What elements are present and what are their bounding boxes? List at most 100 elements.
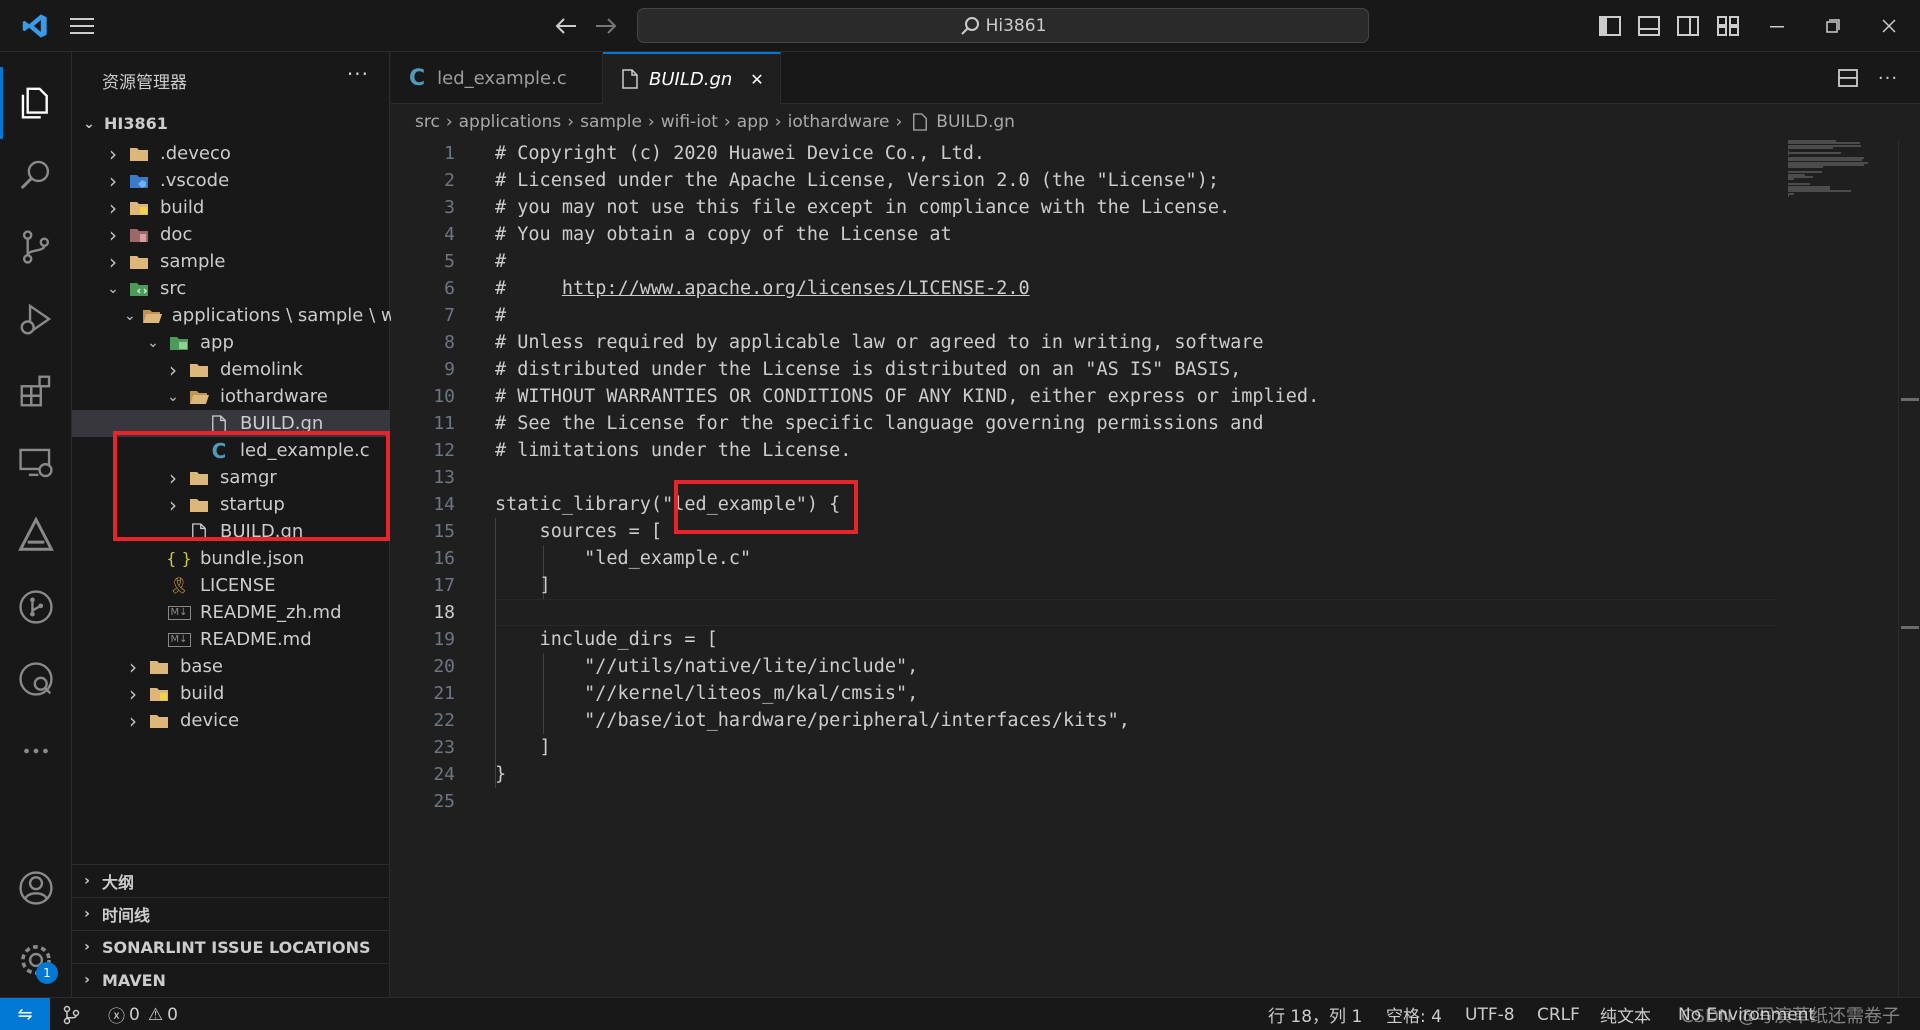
vscode-folder-icon bbox=[128, 172, 150, 190]
code-line: # distributed under the License is distr… bbox=[495, 359, 1242, 380]
code-line: ] bbox=[495, 575, 551, 596]
split-editor-icon[interactable] bbox=[1831, 52, 1865, 104]
code-line: # WITHOUT WARRANTIES OR CONDITIONS OF AN… bbox=[495, 386, 1320, 407]
breadcrumb-item[interactable]: app bbox=[737, 112, 769, 132]
gitlens-inspect-icon[interactable] bbox=[0, 643, 72, 715]
folder-icon bbox=[128, 145, 150, 163]
git-branch-icon[interactable] bbox=[62, 998, 80, 1030]
workspace-root[interactable]: ⌄ HI3861 bbox=[72, 107, 390, 140]
hamburger-menu-icon[interactable] bbox=[62, 0, 102, 52]
code-line: ] bbox=[495, 737, 551, 758]
minimize-icon[interactable] bbox=[1754, 0, 1800, 52]
back-arrow-icon[interactable] bbox=[548, 0, 584, 52]
section-sonarlint[interactable]: › SONARLINT ISSUE LOCATIONS bbox=[72, 930, 390, 963]
tree-item[interactable]: 🎗 LICENSE bbox=[72, 572, 390, 599]
license-link[interactable]: http://www.apache.org/licenses/LICENSE-2… bbox=[562, 278, 1030, 299]
code-editor[interactable]: 1 # Copyright (c) 2020 Huawei Device Co.,… bbox=[391, 140, 1920, 997]
sidebar-title: 资源管理器 bbox=[102, 73, 187, 93]
customize-layout-icon[interactable] bbox=[1713, 0, 1743, 52]
extensions-icon[interactable] bbox=[0, 355, 72, 427]
remote-explorer-icon[interactable] bbox=[0, 427, 72, 499]
deveco-icon[interactable] bbox=[0, 499, 72, 571]
toggle-panel-icon[interactable] bbox=[1634, 0, 1664, 52]
accounts-icon[interactable] bbox=[0, 852, 72, 924]
code-line: # You may obtain a copy of the License a… bbox=[495, 224, 952, 245]
tab-led-example[interactable]: C led_example.c bbox=[391, 52, 603, 104]
tree-item[interactable]: › .vscode bbox=[72, 167, 390, 194]
tree-item[interactable]: › build bbox=[72, 680, 390, 707]
tree-item[interactable]: › sample bbox=[72, 248, 390, 275]
tree-item[interactable]: › doc bbox=[72, 221, 390, 248]
indentation[interactable]: 空格: 4 bbox=[1386, 998, 1442, 1030]
toggle-secondary-sidebar-icon[interactable] bbox=[1673, 0, 1703, 52]
line-ending[interactable]: CRLF bbox=[1537, 998, 1580, 1030]
tree-item[interactable]: › .deveco bbox=[72, 140, 390, 167]
minimap-line bbox=[1788, 166, 1824, 169]
search-icon[interactable] bbox=[0, 139, 72, 211]
line-number: 23 bbox=[433, 737, 455, 758]
breadcrumb-item[interactable]: BUILD.gn bbox=[936, 112, 1015, 132]
breadcrumb-separator: › bbox=[567, 112, 575, 132]
chevron-down-icon: ⌄ bbox=[83, 115, 95, 132]
tree-item[interactable]: › device bbox=[72, 707, 390, 734]
remote-indicator-icon[interactable]: ⇋ bbox=[0, 998, 50, 1030]
tree-item-label: README.md bbox=[200, 629, 312, 650]
line-number: 3 bbox=[444, 197, 455, 218]
minimap[interactable] bbox=[1788, 140, 1878, 200]
close-tab-icon[interactable]: ✕ bbox=[750, 70, 763, 89]
markdown-icon: M↓ bbox=[167, 631, 191, 649]
breadcrumb-item[interactable]: sample bbox=[580, 112, 642, 132]
tree-item-label: bundle.json bbox=[200, 548, 305, 569]
tree-item[interactable]: › base bbox=[72, 653, 390, 680]
folder-icon bbox=[188, 361, 210, 379]
run-debug-icon[interactable] bbox=[0, 283, 72, 355]
cursor-position[interactable]: 行 18，列 1 bbox=[1268, 998, 1362, 1030]
line-number: 15 bbox=[433, 521, 455, 542]
code-line: "//base/iot_hardware/peripheral/interfac… bbox=[495, 710, 1130, 731]
folder-open-icon bbox=[142, 307, 162, 325]
explorer-icon[interactable] bbox=[0, 67, 72, 139]
tree-item[interactable]: › demolink bbox=[72, 356, 390, 383]
source-control-icon[interactable] bbox=[0, 211, 72, 283]
problems-indicator[interactable]: ⓧ 0 ⚠ 0 bbox=[108, 998, 178, 1030]
tab-build-gn[interactable]: BUILD.gn ✕ bbox=[603, 52, 781, 104]
tree-item[interactable]: { } bundle.json bbox=[72, 545, 390, 572]
tree-item[interactable]: ⌄ app bbox=[72, 329, 390, 356]
code-line: # you may not use this file except in co… bbox=[495, 197, 1231, 218]
restore-icon[interactable] bbox=[1810, 0, 1856, 52]
error-icon: ⓧ bbox=[108, 1007, 125, 1027]
tree-item[interactable]: ⌄ applications \ sample \ w... bbox=[72, 302, 411, 329]
vertical-scrollbar[interactable] bbox=[1898, 140, 1920, 997]
section-outline[interactable]: › 大纲 bbox=[72, 864, 390, 897]
encoding[interactable]: UTF-8 bbox=[1465, 998, 1515, 1030]
breadcrumb-item[interactable]: iothardware bbox=[788, 112, 890, 132]
editor-more-actions-icon[interactable]: ··· bbox=[1871, 52, 1905, 104]
forward-arrow-icon[interactable] bbox=[588, 0, 624, 52]
chevron-right-icon: › bbox=[109, 222, 117, 247]
more-views-icon[interactable] bbox=[0, 715, 72, 787]
manage-gear-icon[interactable]: 1 bbox=[0, 924, 72, 996]
close-window-icon[interactable] bbox=[1866, 0, 1912, 52]
line-number: 19 bbox=[433, 629, 455, 650]
tree-item[interactable]: M↓ README_zh.md bbox=[72, 599, 390, 626]
chevron-right-icon: › bbox=[109, 168, 117, 193]
git-graph-icon[interactable] bbox=[0, 571, 72, 643]
tree-item[interactable]: M↓ README.md bbox=[72, 626, 390, 653]
breadcrumb-item[interactable]: applications bbox=[459, 112, 562, 132]
search-text: Hi3861 bbox=[985, 15, 1047, 36]
breadcrumb-item[interactable]: src bbox=[415, 112, 440, 132]
tree-item[interactable]: › build bbox=[72, 194, 390, 221]
tree-item[interactable]: ⌄ src bbox=[72, 275, 390, 302]
toggle-primary-sidebar-icon[interactable] bbox=[1595, 0, 1625, 52]
doc-folder-icon bbox=[128, 226, 150, 244]
language-mode[interactable]: 纯文本 bbox=[1600, 998, 1651, 1030]
breadcrumb-item[interactable]: wifi-iot bbox=[661, 112, 718, 132]
more-actions-icon[interactable]: ··· bbox=[347, 62, 369, 86]
line-number: 12 bbox=[433, 440, 455, 461]
section-maven[interactable]: › MAVEN bbox=[72, 963, 390, 996]
current-line-highlight bbox=[495, 599, 1777, 626]
tree-item[interactable]: ⌄ iothardware bbox=[72, 383, 390, 410]
file-icon bbox=[622, 69, 638, 89]
section-timeline[interactable]: › 时间线 bbox=[72, 897, 390, 930]
command-center-search[interactable]: Hi3861 bbox=[637, 8, 1369, 43]
